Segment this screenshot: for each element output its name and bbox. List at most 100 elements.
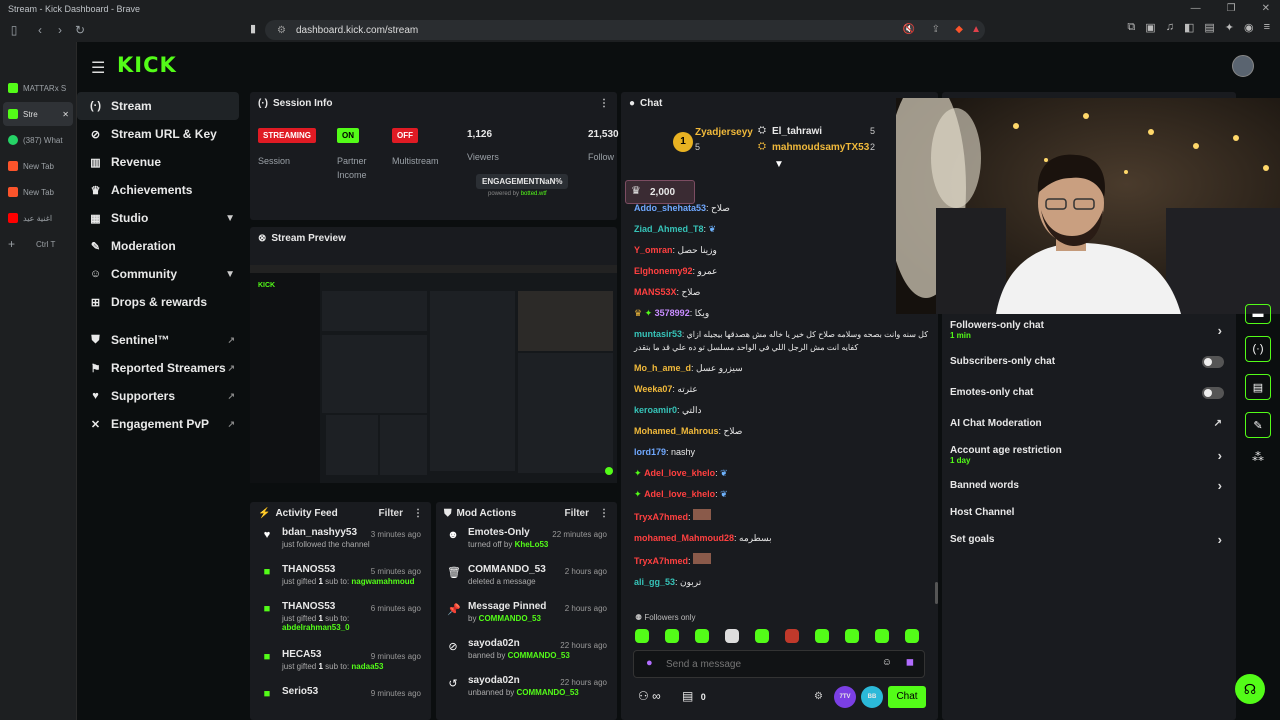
- forward-icon[interactable]: ›: [50, 23, 70, 37]
- share-icon[interactable]: ⇪: [932, 24, 940, 35]
- setting-followers-only[interactable]: Followers-only chat 1 min ›: [942, 314, 1236, 346]
- top-gifter-name[interactable]: mahmoudsamyTX53: [772, 142, 869, 153]
- activity-item[interactable]: ■ Serio53 9 minutes ago: [250, 683, 431, 720]
- chat-message[interactable]: ✦ Adel_love_khelo: ❦: [621, 484, 938, 505]
- screenshot-icon[interactable]: ▣: [1145, 21, 1155, 34]
- more-options-icon[interactable]: ⋮: [599, 508, 609, 519]
- sidebar-item-achievements[interactable]: ♛ Achievements: [77, 176, 243, 204]
- mic-icon[interactable]: ●: [646, 657, 653, 669]
- sidebar-item-drops[interactable]: ⊞ Drops & rewards: [77, 288, 243, 316]
- chat-username[interactable]: Addo_shehata53: [634, 203, 706, 213]
- mod-action-item[interactable]: ☻ Emotes-Only turned off by KheLo53 22 m…: [436, 524, 617, 561]
- emote-icon[interactable]: [635, 629, 649, 643]
- chat-message[interactable]: ✦ Adel_love_khelo: ❦: [621, 463, 938, 484]
- sidebar-item-supporters[interactable]: ♥ Supporters ↗: [77, 382, 243, 410]
- chat-message-input[interactable]: [666, 655, 876, 673]
- bttv-button[interactable]: BB: [861, 686, 883, 708]
- emote-icon[interactable]: [755, 629, 769, 643]
- chat-message[interactable]: Ziad_Ahmed_T8: ❦: [621, 219, 938, 240]
- sidebar-item-reported[interactable]: ⚑ Reported Streamers ↗: [77, 354, 243, 382]
- chat-message[interactable]: TryxA7hmed:: [621, 549, 938, 572]
- music-icon[interactable]: ♫: [1166, 21, 1174, 34]
- hamburger-menu-icon[interactable]: ☰: [91, 58, 105, 78]
- sidebar-item-moderation[interactable]: ✎ Moderation: [77, 232, 243, 260]
- gift-box-icon[interactable]: ▤: [682, 689, 693, 703]
- reload-icon[interactable]: ↻: [70, 23, 90, 37]
- powered-by-link[interactable]: botted.wtf: [521, 191, 547, 197]
- tab-item[interactable]: اغنية عيد: [3, 206, 73, 230]
- site-settings-icon[interactable]: ⚙: [277, 25, 286, 36]
- chat-message[interactable]: MANS53X: صلاح: [621, 282, 938, 303]
- chat-message[interactable]: mohamed_Mahmoud28: بسطرمه: [621, 528, 938, 549]
- tab-item[interactable]: MATTARx S: [3, 76, 73, 100]
- chat-username[interactable]: Mo_h_ame_d: [634, 363, 691, 373]
- chat-username[interactable]: MANS53X: [634, 287, 677, 297]
- setting-ai-moderation[interactable]: AI Chat Moderation ↗: [942, 408, 1236, 438]
- emote-icon[interactable]: [815, 629, 829, 643]
- activity-item[interactable]: ■ THANOS53 just gifted 1 sub to: nagwama…: [250, 561, 431, 598]
- setting-host-channel[interactable]: Host Channel: [942, 499, 1236, 526]
- tab-item[interactable]: New Tab: [3, 180, 73, 204]
- chat-username[interactable]: TryxA7hmed: [634, 512, 688, 522]
- emote-icon[interactable]: [845, 629, 859, 643]
- sidebar-item-stream-url[interactable]: ⊘ Stream URL & Key: [77, 120, 243, 148]
- address-bar[interactable]: ⚙ dashboard.kick.com/stream 🔇 ⇪ ◆ ▲: [265, 20, 985, 40]
- setting-set-goals[interactable]: Set goals ›: [942, 526, 1236, 553]
- chat-message[interactable]: TryxA7hmed:: [621, 505, 938, 528]
- chat-username[interactable]: Ziad_Ahmed_T8: [634, 224, 704, 234]
- chat-message[interactable]: keroamir0: دالتي: [621, 400, 938, 421]
- emote-icon[interactable]: [725, 629, 739, 643]
- mod-action-item[interactable]: 📌 Message Pinned by COMMANDO_53 2 hours …: [436, 598, 617, 635]
- rewards-icon[interactable]: ▲: [971, 24, 981, 35]
- leo-icon[interactable]: ✦: [1225, 21, 1234, 34]
- kick-logo[interactable]: KICK: [117, 53, 177, 77]
- emote-icon[interactable]: [785, 629, 799, 643]
- rail-lock-button[interactable]: ▬: [1245, 304, 1271, 324]
- chat-username[interactable]: TryxA7hmed: [634, 556, 688, 566]
- sidebar-item-stream[interactable]: (·) Stream: [77, 92, 239, 120]
- sidebar-toggle-icon[interactable]: ▯: [4, 23, 24, 37]
- expand-icon[interactable]: ▼: [774, 159, 784, 170]
- chat-username[interactable]: lord179: [634, 447, 666, 457]
- chat-username[interactable]: 3578992: [655, 308, 690, 318]
- tab-close-icon[interactable]: ✕: [62, 110, 69, 119]
- rail-tools-button[interactable]: ✎: [1245, 412, 1271, 438]
- menu-icon[interactable]: ≡: [1264, 21, 1270, 34]
- activity-item[interactable]: ■ HECA53 just gifted 1 sub to: nadaa53 9…: [250, 646, 431, 683]
- setting-banned-words[interactable]: Banned words ›: [942, 472, 1236, 499]
- chat-message[interactable]: muntasir53: كل سنه وانت بصحه وسلامه صلاح…: [621, 324, 938, 358]
- tab-item[interactable]: New Tab: [3, 154, 73, 178]
- more-options-icon[interactable]: ⋮: [599, 98, 609, 109]
- top-gifter-name[interactable]: Zyadjerseyy: [695, 127, 753, 138]
- chat-username[interactable]: keroamir0: [634, 405, 677, 415]
- chat-message[interactable]: Mo_h_ame_d: سيزرو عسل: [621, 358, 938, 379]
- mod-action-item[interactable]: ↺ sayoda02n unbanned by COMMANDO_53 22 h…: [436, 672, 617, 709]
- settings-icon[interactable]: ⚙: [814, 691, 823, 702]
- setting-account-age[interactable]: Account age restriction 1 day ›: [942, 438, 1236, 472]
- emoji-icon[interactable]: ☺: [882, 657, 892, 668]
- gift-target[interactable]: abdelrahman53_0: [282, 623, 350, 632]
- subscribers-only-toggle[interactable]: [1202, 355, 1224, 368]
- chat-username[interactable]: muntasir53: [634, 329, 682, 339]
- people-icon[interactable]: ⚇: [638, 689, 649, 703]
- moderator-name[interactable]: KheLo53: [515, 540, 549, 549]
- chat-message[interactable]: lord179: nashy: [621, 442, 938, 463]
- emote-icon[interactable]: [905, 629, 919, 643]
- sidebar-item-studio[interactable]: ▦ Studio ▼: [77, 204, 243, 232]
- emote-icon[interactable]: [875, 629, 889, 643]
- mute-icon[interactable]: 🔇: [903, 24, 915, 35]
- chat-message[interactable]: ♛ ✦ 3578992: ويكا: [621, 303, 938, 324]
- vpn-icon[interactable]: ◉: [1244, 21, 1254, 34]
- 7tv-button[interactable]: 7TV: [834, 686, 856, 708]
- emote-icon[interactable]: [665, 629, 679, 643]
- sidebar-item-engagement[interactable]: ✕ Engagement PvP ↗: [77, 410, 243, 438]
- chat-message[interactable]: Addo_shehata53: صلاح: [621, 202, 938, 219]
- gift-target[interactable]: nagwamahmoud: [351, 577, 414, 586]
- maximize-icon[interactable]: ❐: [1227, 3, 1236, 14]
- mod-action-item[interactable]: ⊘ sayoda02n banned by COMMANDO_53 22 hou…: [436, 635, 617, 672]
- partner-income-badge[interactable]: ON: [337, 128, 359, 143]
- new-tab-button[interactable]: + Ctrl T: [3, 232, 73, 256]
- gift-target[interactable]: nadaa53: [351, 662, 383, 671]
- kick-emote-icon[interactable]: ◼: [906, 657, 914, 668]
- chat-username[interactable]: Elghonemy92: [634, 266, 693, 276]
